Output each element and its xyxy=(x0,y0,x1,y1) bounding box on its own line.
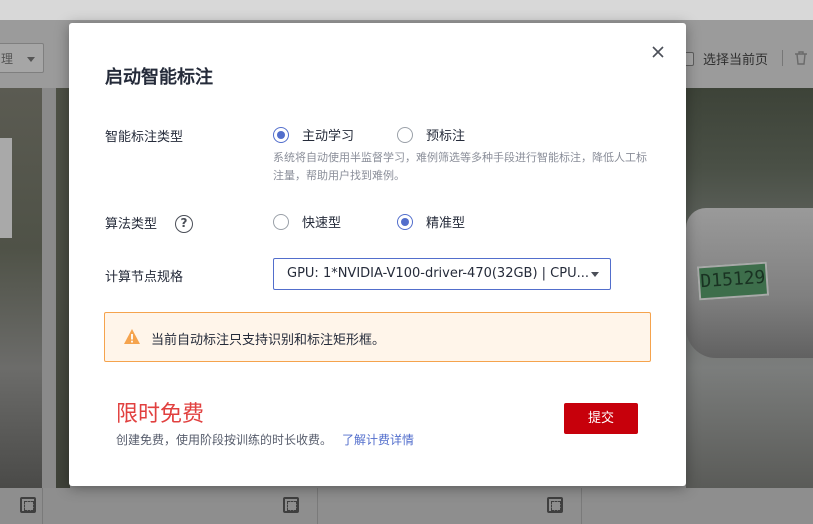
warning-icon xyxy=(124,329,140,344)
page-filter-select[interactable]: 理 xyxy=(0,43,44,73)
radio-precise[interactable]: 精准型 xyxy=(397,212,465,231)
radio-unchecked-icon xyxy=(273,213,289,230)
promo-description: 创建免费，使用阶段按训练的时长收费。 了解计费详情 xyxy=(116,431,414,448)
submit-button[interactable]: 提交 xyxy=(564,403,638,434)
radio-label: 预标注 xyxy=(426,129,466,144)
dataset-image-thumb[interactable]: D15129 xyxy=(686,88,813,488)
smart-annotation-dialog: 启动智能标注 智能标注类型 主动学习 预标注 系统将自动使用半监督学习，难例筛选… xyxy=(69,23,686,486)
car-fragment xyxy=(0,138,12,238)
card-divider xyxy=(581,488,582,524)
radio-checked-icon xyxy=(273,126,289,143)
warning-text: 当前自动标注只支持识别和标注矩形框。 xyxy=(151,333,386,348)
chevron-down-icon xyxy=(591,272,599,277)
select-current-page-label[interactable]: 选择当前页 xyxy=(703,49,768,68)
dataset-image-thumb[interactable] xyxy=(0,88,42,488)
compute-spec-value: GPU: 1*NVIDIA-V100-driver-470(32GB) | CP… xyxy=(287,266,590,281)
close-icon[interactable] xyxy=(649,43,667,61)
annotation-type-label: 智能标注类型 xyxy=(105,130,184,145)
expand-icon[interactable] xyxy=(20,497,36,513)
algorithm-type-label: 算法类型 xyxy=(105,217,158,232)
radio-label: 主动学习 xyxy=(302,129,355,144)
radio-checked-icon xyxy=(397,213,413,230)
radio-fast[interactable]: 快速型 xyxy=(273,212,341,231)
radio-active-learning[interactable]: 主动学习 xyxy=(273,125,354,144)
dataset-image-thumb[interactable] xyxy=(56,88,70,488)
radio-unchecked-icon xyxy=(397,126,413,143)
card-divider xyxy=(42,488,43,524)
help-icon[interactable]: ? xyxy=(175,215,193,233)
radio-pre-annotation[interactable]: 预标注 xyxy=(397,125,465,144)
promo-desc-text: 创建免费，使用阶段按训练的时长收费。 xyxy=(116,433,333,447)
promo-title: 限时免费 xyxy=(116,402,205,427)
page-top-bar xyxy=(0,0,813,20)
radio-label: 精准型 xyxy=(426,216,466,231)
compute-spec-select[interactable]: GPU: 1*NVIDIA-V100-driver-470(32GB) | CP… xyxy=(273,258,611,290)
expand-icon[interactable] xyxy=(547,497,563,513)
toolbar-divider xyxy=(782,50,783,66)
dialog-title: 启动智能标注 xyxy=(105,67,213,88)
chevron-down-icon xyxy=(27,57,35,62)
license-plate: D15129 xyxy=(696,261,770,301)
billing-details-link[interactable]: 了解计费详情 xyxy=(342,433,414,447)
compute-spec-label: 计算节点规格 xyxy=(105,270,184,285)
expand-icon[interactable] xyxy=(283,497,299,513)
annotation-type-hint: 系统将自动使用半监督学习，难例筛选等多种手段进行智能标注，降低人工标注量，帮助用… xyxy=(273,151,647,182)
trash-icon[interactable] xyxy=(793,50,809,66)
warning-alert: 当前自动标注只支持识别和标注矩形框。 xyxy=(104,312,651,362)
page-bottom-bar xyxy=(0,488,813,524)
radio-label: 快速型 xyxy=(302,216,342,231)
card-divider xyxy=(317,488,318,524)
page-filter-select-value: 理 xyxy=(1,52,14,66)
